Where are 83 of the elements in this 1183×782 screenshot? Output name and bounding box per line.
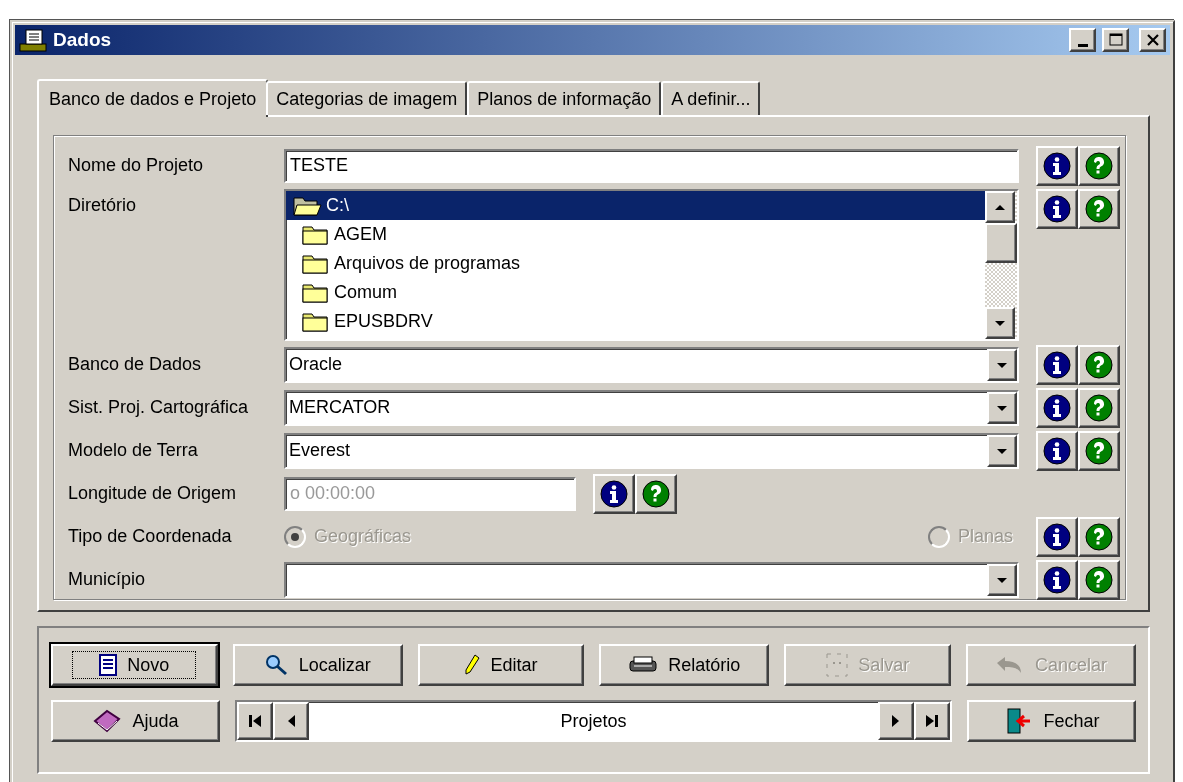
info-icon [1043,393,1071,422]
toolbar-button[interactable]: Localizar [232,644,403,686]
help-button[interactable] [1078,189,1120,229]
toolbar-button[interactable]: Editar [417,644,585,686]
dropdown-field[interactable]: Everest [284,432,1019,469]
tab[interactable]: Categorias de imagem [266,81,468,115]
field-label: Sist. Proj. Cartográfica [68,397,250,418]
tab[interactable]: A definir... [661,81,761,115]
help-button[interactable] [1078,516,1120,557]
next-button[interactable] [878,702,915,740]
info-icon [1043,436,1071,465]
tab[interactable]: Banco de dados e Projeto [37,79,269,117]
directory-item[interactable]: C:\ [286,191,985,220]
info-button[interactable] [1036,516,1078,557]
help-icon [1085,565,1113,594]
pencil-icon [464,654,481,676]
magnifier-icon [264,654,289,676]
text-field[interactable]: TESTE [284,148,1019,183]
info-button[interactable] [1036,145,1078,186]
window-icon [19,28,47,52]
first-record-icon [246,713,263,729]
field-label: Tipo de Coordenada [68,526,233,547]
field-label: Nome do Projeto [68,155,205,176]
info-icon [1043,195,1071,223]
help-icon [1085,151,1113,180]
directory-item[interactable]: Arquivos de programas [286,249,985,278]
directory-item[interactable]: Comum [286,278,985,307]
book-icon [92,709,123,733]
field-label: Longitude de Origem [68,483,238,504]
help-icon [642,479,670,508]
info-button[interactable] [1036,559,1078,600]
field-label: Modelo de Terra [68,440,199,461]
field-label: Banco de Dados [68,354,203,375]
help-book-button[interactable]: Ajuda [51,700,220,742]
maximize-icon [1108,33,1123,47]
help-icon [1085,393,1113,422]
dropdown-field[interactable]: Oracle [284,346,1019,383]
close-dialog-button[interactable]: Fechar [967,700,1136,742]
last-record-icon [924,713,941,729]
window-title: Dados [53,29,113,51]
info-button[interactable] [593,473,635,514]
directory-item[interactable]: AGEM [286,220,985,249]
printer-icon [628,655,659,675]
close-button[interactable] [1139,28,1166,52]
info-icon [1043,522,1071,551]
scrollbar[interactable] [985,191,1017,339]
info-button[interactable] [1036,189,1078,229]
info-button[interactable] [1036,344,1078,385]
help-button[interactable] [1078,344,1120,385]
help-icon [1085,436,1113,465]
field-label: Município [68,569,147,590]
maximize-button[interactable] [1102,28,1129,52]
help-button[interactable] [1078,145,1120,186]
radio-label: Geográficas [314,526,412,547]
help-icon [1085,195,1113,223]
dropdown-field[interactable]: MERCATOR [284,389,1019,426]
dropdown-field[interactable] [284,561,1019,598]
previous-button[interactable] [272,702,309,740]
info-icon [600,479,628,508]
minimize-icon [1077,43,1088,47]
first-button[interactable] [236,702,273,740]
help-button[interactable] [1078,387,1120,428]
help-button[interactable] [635,473,677,514]
document-icon [99,654,118,676]
info-icon [1043,565,1071,594]
tab[interactable]: Planos de informação [467,81,662,115]
help-icon [1085,522,1113,551]
toolbar-button[interactable]: Relatório [599,644,770,686]
toolbar-button[interactable]: Novo [51,644,218,686]
minimize-button[interactable] [1069,28,1096,52]
info-button[interactable] [1036,430,1078,471]
info-button[interactable] [1036,387,1078,428]
directory-item[interactable]: EPUSBDRV [286,307,985,336]
help-button[interactable] [1078,430,1120,471]
radio-label: Planas [957,526,1013,547]
help-button[interactable] [1078,559,1120,600]
navigator-label: Projetos [559,710,628,732]
close-icon [1145,33,1160,47]
info-icon [1043,350,1071,379]
last-button[interactable] [914,702,951,740]
help-icon [1085,350,1113,379]
info-icon [1043,151,1071,180]
field-label: Diretório [68,194,138,216]
